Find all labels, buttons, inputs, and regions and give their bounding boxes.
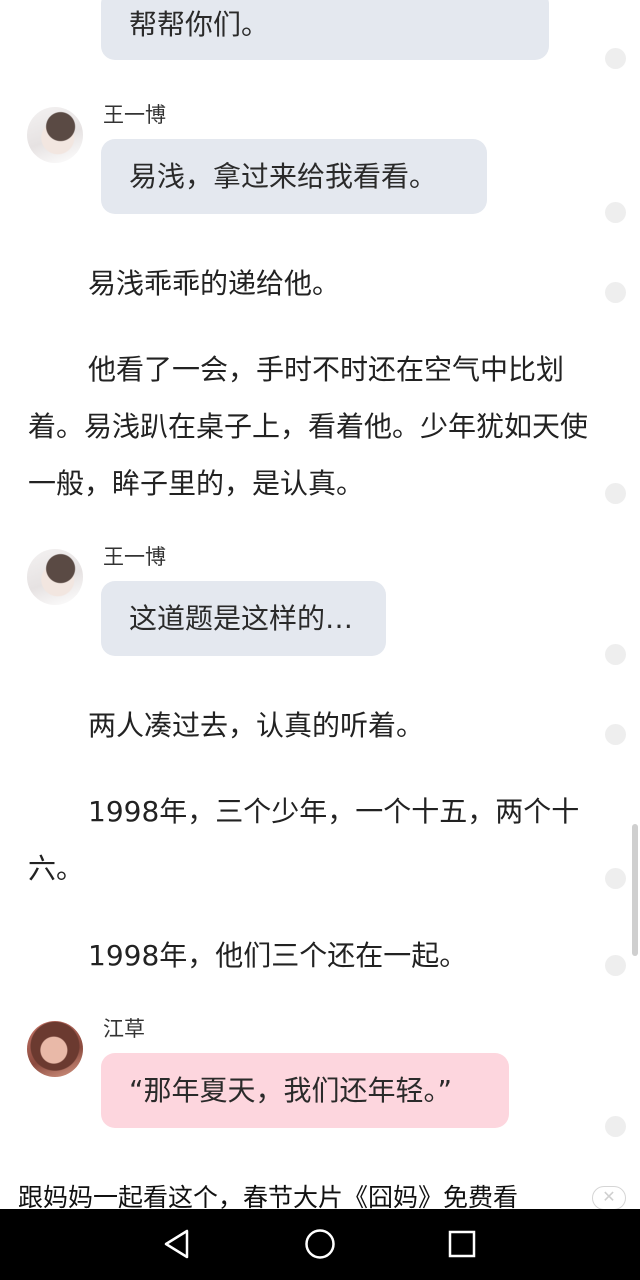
- story-paragraph: 易浅乖乖的递给他。: [28, 255, 588, 312]
- paragraph-text: 1998年，他们三个还在一起。: [88, 939, 468, 972]
- story-paragraph: 两人凑过去，认真的听着。: [28, 697, 588, 754]
- chat-bubble-text: 这道题是这样的…: [129, 601, 354, 635]
- scrollbar-thumb[interactable]: [632, 824, 638, 956]
- paragraph-text: 1998年，三个少年，一个十五，两个十六。: [28, 795, 580, 885]
- system-navigation-bar: [0, 1209, 640, 1280]
- speaker-name: 王一博: [103, 545, 166, 569]
- ad-close-icon[interactable]: ✕: [592, 1186, 626, 1210]
- paragraph-comment-dot[interactable]: [605, 282, 626, 303]
- paragraph-comment-dot[interactable]: [605, 644, 626, 665]
- avatar-jiang-cao[interactable]: [27, 1021, 83, 1077]
- paragraph-comment-dot[interactable]: [605, 1116, 626, 1137]
- paragraph-text: 易浅乖乖的递给他。: [88, 267, 341, 300]
- chat-bubble-text: 易浅，拿过来给我看看。: [129, 159, 438, 193]
- story-paragraph: 1998年，三个少年，一个十五，两个十六。: [28, 783, 588, 897]
- paragraph-comment-dot[interactable]: [605, 202, 626, 223]
- chat-bubble: 这道题是这样的…: [101, 581, 386, 656]
- reader-page: 帮帮你们。 王一博 易浅，拿过来给我看看。 易浅乖乖的递给他。 他看了一会，手时…: [0, 0, 640, 1280]
- chat-bubble: “那年夏天，我们还年轻。”: [101, 1053, 509, 1128]
- speaker-name: 王一博: [103, 103, 166, 127]
- avatar-wang-yibo[interactable]: [27, 107, 83, 163]
- paragraph-comment-dot[interactable]: [605, 955, 626, 976]
- chat-bubble-text: 帮帮你们。: [129, 8, 270, 41]
- paragraph-comment-dot[interactable]: [605, 48, 626, 69]
- story-paragraph: 他看了一会，手时不时还在空气中比划着。易浅趴在桌子上，看着他。少年犹如天使一般，…: [28, 341, 588, 512]
- home-circle-icon[interactable]: [303, 1227, 337, 1261]
- speaker-name: 江草: [103, 1017, 145, 1041]
- paragraph-comment-dot[interactable]: [605, 483, 626, 504]
- chat-bubble: 易浅，拿过来给我看看。: [101, 139, 487, 214]
- paragraph-text: 他看了一会，手时不时还在空气中比划着。易浅趴在桌子上，看着他。少年犹如天使一般，…: [28, 353, 589, 500]
- recents-square-icon[interactable]: [445, 1227, 479, 1261]
- story-paragraph: 1998年，他们三个还在一起。: [28, 927, 588, 984]
- chat-bubble-text: “那年夏天，我们还年轻。”: [129, 1073, 453, 1107]
- avatar-wang-yibo[interactable]: [27, 549, 83, 605]
- paragraph-comment-dot[interactable]: [605, 724, 626, 745]
- paragraph-text: 两人凑过去，认真的听着。: [88, 709, 425, 742]
- chat-bubble: 帮帮你们。: [101, 0, 549, 60]
- back-triangle-icon[interactable]: [160, 1227, 194, 1261]
- paragraph-comment-dot[interactable]: [605, 868, 626, 889]
